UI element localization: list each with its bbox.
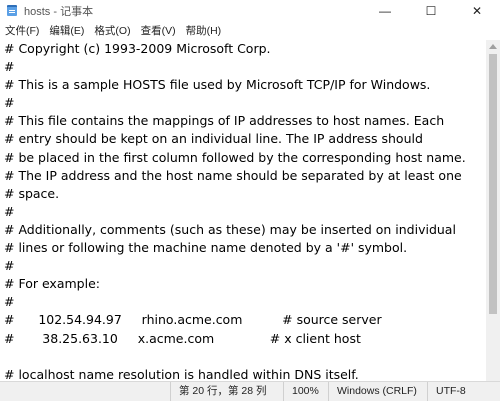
text-line: # 102.54.94.97 rhino.acme.com # source s… [4,312,382,328]
menu-format[interactable]: 格式(O) [89,22,135,40]
text-line: # For example: [4,276,100,292]
text-line: # The IP address and the host name shoul… [4,167,462,183]
menu-file[interactable]: 文件(F) [0,22,44,40]
close-button[interactable]: ✕ [454,0,500,22]
text-line [4,348,466,366]
scrollbar-thumb[interactable] [489,54,497,314]
encoding: UTF-8 [427,382,488,401]
text-line: # [4,294,15,310]
text-line: # [4,203,15,219]
editor-text[interactable]: # Copyright (c) 1993-2009 Microsoft Corp… [4,40,466,381]
maximize-button[interactable]: ☐ [408,0,454,22]
text-line: # This file contains the mappings of IP … [4,113,445,129]
text-line: # [4,258,15,274]
window-title: hosts - 记事本 [24,6,94,18]
text-line: # be placed in the first column followed… [4,149,466,165]
zoom-level: 100% [283,382,328,401]
cursor-position: 第 20 行，第 28 列 [170,382,283,401]
text-line: # localhost name resolution is handled w… [4,366,359,381]
text-line: # [4,95,15,111]
text-line: # This is a sample HOSTS file used by Mi… [4,77,431,93]
text-line: # [4,59,15,75]
text-line: # lines or following the machine name de… [4,240,408,256]
text-line: # 38.25.63.10 x.acme.com # x client host [4,330,361,346]
title-bar[interactable]: hosts - 记事本 — ☐ ✕ [0,0,500,22]
menu-help[interactable]: 帮助(H) [181,22,227,40]
line-ending: Windows (CRLF) [328,382,427,401]
vertical-scrollbar[interactable] [486,40,500,381]
window-controls: — ☐ ✕ [362,0,500,22]
text-line: # space. [4,185,60,201]
text-line: # entry should be kept on an individual … [4,131,423,147]
text-line: # Additionally, comments (such as these)… [4,221,456,237]
text-editor[interactable]: # Copyright (c) 1993-2009 Microsoft Corp… [0,40,486,381]
scroll-up-icon[interactable] [489,44,497,49]
notepad-icon [6,5,18,17]
menu-view[interactable]: 查看(V) [136,22,181,40]
minimize-button[interactable]: — [362,0,408,22]
text-line: # Copyright (c) 1993-2009 Microsoft Corp… [4,41,271,56]
menu-edit[interactable]: 编辑(E) [44,22,89,40]
menu-bar: 文件(F) 编辑(E) 格式(O) 查看(V) 帮助(H) [0,22,500,41]
status-bar: 第 20 行，第 28 列 100% Windows (CRLF) UTF-8 [0,381,500,401]
